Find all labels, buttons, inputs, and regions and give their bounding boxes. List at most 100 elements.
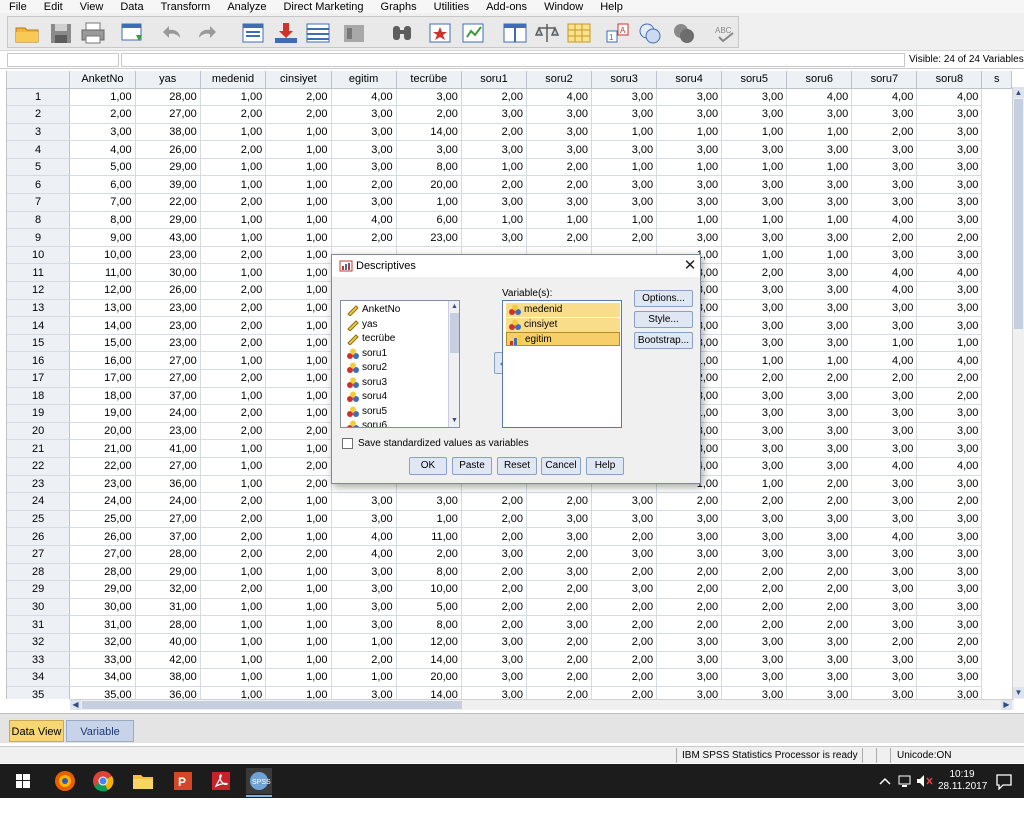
data-cell[interactable]: 3,00	[721, 228, 788, 247]
data-cell[interactable]: 1,00	[69, 88, 136, 107]
data-cell[interactable]: 4,00	[916, 351, 983, 370]
data-cell[interactable]: 32,00	[69, 633, 136, 652]
data-cell[interactable]: 26,00	[135, 281, 201, 300]
data-cell[interactable]: 3,00	[526, 105, 593, 124]
data-cell[interactable]: 3,00	[851, 651, 918, 670]
data-cell[interactable]: 24,00	[135, 404, 201, 423]
data-cell[interactable]: 28,00	[135, 545, 201, 564]
data-cell[interactable]: 2,00	[200, 545, 267, 564]
source-variable-item[interactable]: yas	[344, 318, 378, 332]
data-cell[interactable]: 3,00	[331, 123, 397, 142]
undo-icon[interactable]	[160, 21, 186, 45]
data-cell[interactable]: 3,00	[591, 193, 658, 212]
data-cell[interactable]: 3,00	[721, 299, 788, 318]
data-cell[interactable]: 2,00	[265, 545, 332, 564]
data-cell[interactable]: 1,00	[265, 580, 332, 599]
data-cell[interactable]: 3,00	[461, 633, 527, 652]
bootstrap-button[interactable]: Bootstrap...	[634, 332, 693, 349]
data-cell[interactable]: 4,00	[786, 88, 853, 107]
data-cell[interactable]: 3,00	[916, 299, 983, 318]
data-cell[interactable]: 2,00	[721, 580, 788, 599]
data-cell[interactable]: 2,00	[461, 175, 527, 195]
data-cell[interactable]: 1,00	[265, 175, 332, 195]
data-cell[interactable]: 3,00	[331, 492, 397, 511]
data-cell[interactable]: 3,00	[916, 686, 983, 699]
data-cell[interactable]: 3,00	[916, 527, 983, 546]
data-cell[interactable]: 3,00	[916, 123, 983, 142]
data-cell[interactable]: 1,00	[200, 158, 267, 177]
data-cell[interactable]: 1,00	[591, 123, 658, 142]
data-cell[interactable]: 3,00	[786, 527, 853, 546]
spss-icon[interactable]: SPSS	[246, 768, 272, 794]
data-cell[interactable]: 3,00	[786, 281, 853, 300]
data-cell[interactable]: 1,00	[721, 246, 788, 265]
row-header[interactable]: 20	[7, 422, 71, 441]
data-cell[interactable]: 2,00	[200, 281, 267, 300]
data-cell[interactable]: 27,00	[135, 351, 201, 370]
data-cell[interactable]: 2,00	[200, 140, 267, 159]
data-cell[interactable]: 1,00	[656, 211, 723, 230]
data-cell[interactable]: 2,00	[526, 651, 593, 670]
data-cell[interactable]: 4,00	[916, 457, 983, 476]
column-header[interactable]: soru6	[786, 71, 853, 89]
data-cell[interactable]: 4,00	[851, 263, 918, 283]
data-cell[interactable]: 1,00	[265, 351, 332, 370]
data-cell[interactable]: 3,00	[721, 140, 788, 159]
data-cell[interactable]: 2,00	[721, 598, 788, 617]
row-header[interactable]: 6	[7, 175, 71, 195]
data-cell[interactable]: 2,00	[591, 633, 658, 652]
data-cell[interactable]: 18,00	[69, 387, 136, 406]
data-cell[interactable]: 29,00	[135, 563, 201, 582]
cell-name-field[interactable]	[7, 53, 119, 67]
data-cell[interactable]: 2,00	[396, 105, 462, 124]
data-cell[interactable]: 3,00	[461, 193, 527, 212]
data-cell[interactable]: 2,00	[916, 228, 983, 247]
data-cell[interactable]: 1,00	[265, 563, 332, 582]
data-cell[interactable]: 2,00	[461, 615, 527, 634]
data-cell[interactable]: 1,00	[721, 475, 788, 494]
data-cell[interactable]: 1,00	[265, 668, 332, 687]
data-cell[interactable]: 1,00	[265, 686, 332, 699]
data-cell[interactable]: 2,00	[200, 334, 267, 353]
data-cell[interactable]: 3,00	[916, 439, 983, 458]
data-cell[interactable]: 1,00	[265, 140, 332, 159]
data-cell[interactable]: 3,00	[461, 651, 527, 670]
data-cell[interactable]: 3,00	[916, 281, 983, 300]
data-cell[interactable]: 2,00	[591, 527, 658, 546]
data-cell[interactable]: 8,00	[69, 211, 136, 230]
source-scroll-thumb[interactable]	[450, 313, 459, 353]
row-header[interactable]: 23	[7, 475, 71, 494]
data-cell[interactable]: 2,00	[591, 615, 658, 634]
data-cell[interactable]: 3,00	[721, 633, 788, 652]
data-cell[interactable]: 3,00	[591, 545, 658, 564]
data-cell[interactable]: 1,00	[200, 686, 267, 699]
data-cell[interactable]: 23,00	[135, 299, 201, 318]
data-cell[interactable]: 3,00	[786, 228, 853, 247]
data-cell[interactable]: 3,00	[786, 105, 853, 124]
data-cell[interactable]: 19,00	[69, 404, 136, 423]
row-header[interactable]: 24	[7, 492, 71, 511]
data-cell[interactable]: 2,00	[200, 246, 267, 265]
data-cell[interactable]: 2,00	[331, 651, 397, 670]
data-cell[interactable]: 22,00	[135, 193, 201, 212]
data-cell[interactable]: 3,00	[331, 598, 397, 617]
data-cell[interactable]: 1,00	[721, 211, 788, 230]
row-header[interactable]: 17	[7, 369, 71, 388]
data-cell[interactable]: 3,00	[786, 299, 853, 318]
data-cell[interactable]: 3,00	[331, 615, 397, 634]
menu-window[interactable]: Window	[536, 1, 592, 13]
data-cell[interactable]: 3,00	[851, 193, 918, 212]
data-cell[interactable]: 3,00	[331, 686, 397, 699]
column-header[interactable]: soru1	[461, 71, 527, 89]
data-cell[interactable]: 2,00	[916, 492, 983, 511]
data-cell[interactable]: 2,00	[591, 686, 658, 699]
data-cell[interactable]: 3,00	[916, 651, 983, 670]
value-labels-icon[interactable]: 1A	[605, 21, 631, 45]
data-cell[interactable]: 2,00	[786, 492, 853, 511]
data-cell[interactable]: 3,00	[721, 545, 788, 564]
menu-graphs[interactable]: Graphs	[373, 1, 426, 13]
data-cell[interactable]: 2,00	[786, 580, 853, 599]
firefox-icon[interactable]	[52, 768, 78, 794]
horizontal-scrollbar[interactable]: ◀ ▶	[70, 699, 1014, 710]
data-cell[interactable]: 2,00	[916, 369, 983, 388]
